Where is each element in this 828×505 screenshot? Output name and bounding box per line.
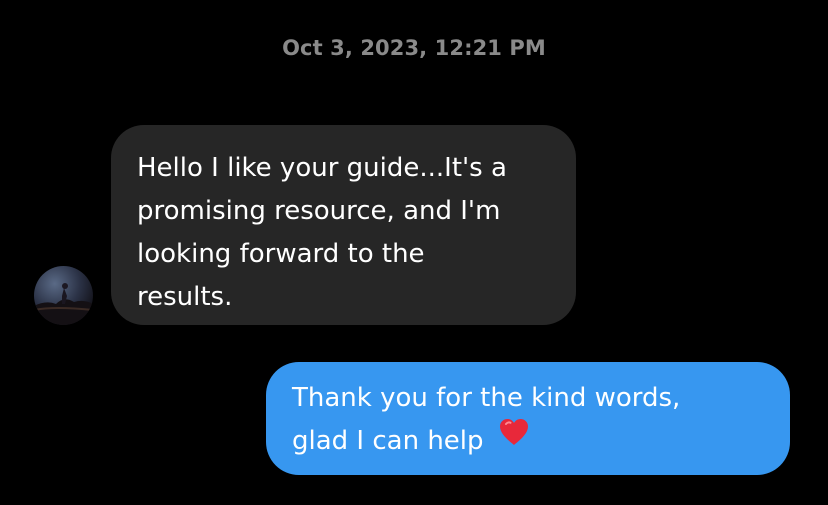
sent-message-bubble[interactable]: Thank you for the kind words, glad I can… [266,362,790,475]
received-message-bubble[interactable]: Hello I like your guide...It's a promisi… [111,125,576,325]
red-heart-icon [498,417,530,461]
message-text: glad I can help [292,426,484,456]
message-text-line: Thank you for the kind words, [292,383,681,413]
message-text-line: looking forward to the [137,239,425,269]
message-text-line-with-emoji: glad I can help [292,417,766,463]
avatar-photo-icon [34,283,93,325]
message-timestamp: Oct 3, 2023, 12:21 PM [282,36,546,60]
message-text-line: results. [137,282,233,312]
message-text-line: promising resource, and I'm [137,196,501,226]
message-text-line: Hello I like your guide...It's a [137,153,507,183]
sender-avatar[interactable] [34,266,93,325]
